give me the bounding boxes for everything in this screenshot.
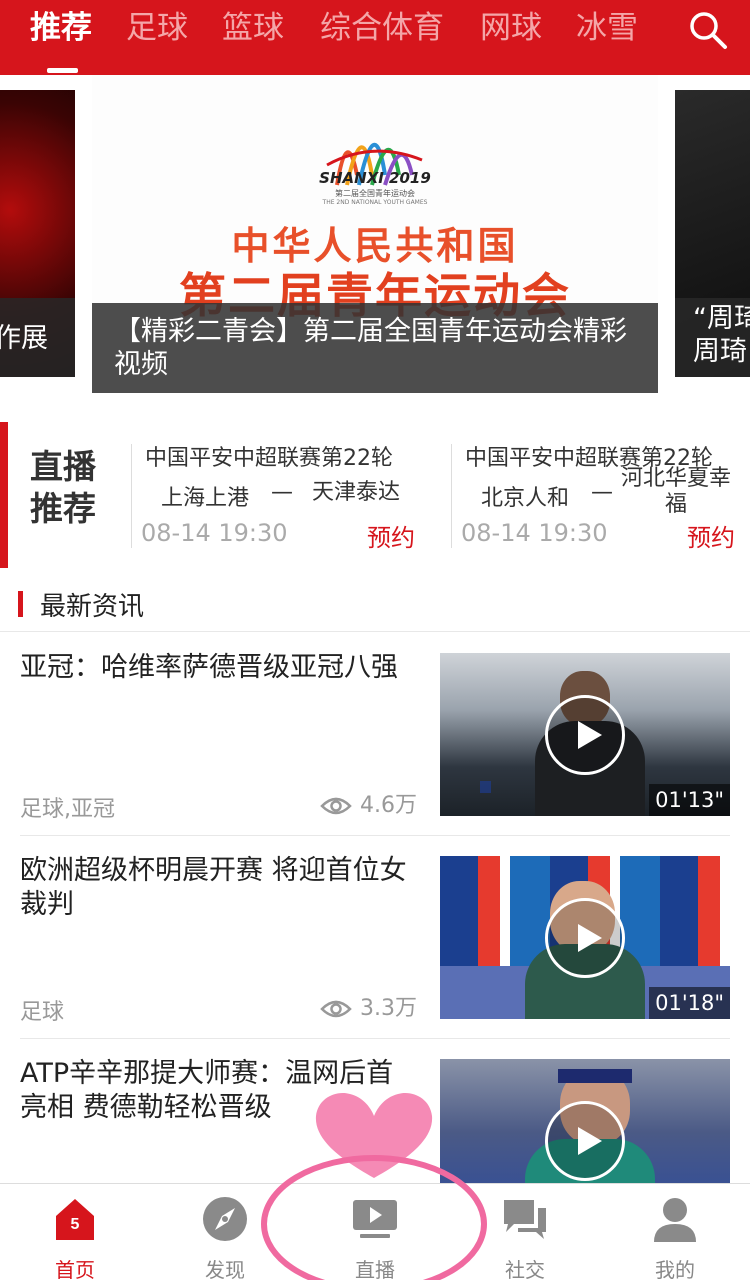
reserve-button[interactable]: 预约 <box>687 518 735 553</box>
tab-winter-sports[interactable]: 冰雪 <box>576 8 638 48</box>
play-icon[interactable] <box>545 898 625 978</box>
match-time: 08-14 19:30 <box>141 519 288 547</box>
logo-subtitle-en: THE 2ND NATIONAL YOUTH GAMES <box>322 199 428 206</box>
carousel-caption: 【精彩二青会】第二届全国青年运动会精彩视频 <box>114 316 627 380</box>
live-section-title: 直播推荐 <box>30 447 96 528</box>
search-icon[interactable] <box>688 10 728 50</box>
news-section-header: 最新资讯 <box>0 582 750 632</box>
video-thumbnail[interactable]: 01'13" <box>440 653 730 816</box>
reserve-button[interactable]: 预约 <box>367 518 415 553</box>
match-team-home: 上海上港 <box>161 486 250 511</box>
carousel-card-prev[interactable]: 作展 <box>0 90 75 377</box>
ring-doodle <box>261 1155 487 1280</box>
tab-football[interactable]: 足球 <box>126 8 188 48</box>
top-nav: 推荐 足球 篮球 综合体育 网球 冰雪 <box>0 0 750 75</box>
banner-carousel[interactable]: 作展 SHANXI 2019 第二届全国青年运动会 THE 2ND NATION… <box>0 75 750 405</box>
news-title: 亚冠：哈维率萨德晋级亚冠八强 <box>20 652 398 683</box>
match-team-home: 北京人和 <box>481 486 570 511</box>
play-icon[interactable] <box>545 695 625 775</box>
video-duration: 01'13" <box>649 784 730 816</box>
section-accent-bar <box>18 591 23 617</box>
eye-icon <box>320 797 352 815</box>
divider <box>451 444 452 548</box>
video-duration: 01'18" <box>649 987 730 1019</box>
tab-general-sports[interactable]: 综合体育 <box>320 8 444 48</box>
carousel-caption-overlay: “周琦 周琦 <box>675 298 750 377</box>
tab-tennis[interactable]: 网球 <box>480 8 542 48</box>
match-team-away: 河北华夏幸福 <box>621 466 732 517</box>
carousel-card-current[interactable]: SHANXI 2019 第二届全国青年运动会 THE 2ND NATIONAL … <box>92 75 658 393</box>
section-accent-bar <box>0 422 8 568</box>
video-caption-strip <box>480 781 491 793</box>
match-vs-dash: — <box>591 480 613 505</box>
news-view-count: 4.6万 <box>320 787 417 819</box>
live-match-card[interactable]: 中国平安中超联赛第22轮 上海上港 — 天津泰达 08-14 19:30 预约 <box>131 422 431 568</box>
match-team-away: 天津泰达 <box>311 480 400 505</box>
chat-icon <box>504 1200 546 1239</box>
active-tab-indicator <box>47 68 78 73</box>
news-section-title: 最新资讯 <box>40 592 145 622</box>
carousel-caption-overlay: 作展 <box>0 298 75 377</box>
tab-basketball[interactable]: 篮球 <box>222 8 284 48</box>
play-icon[interactable] <box>545 1101 625 1181</box>
tabbar-item-home[interactable]: 5 首页 <box>0 1184 150 1280</box>
video-thumbnail[interactable]: 01'18" <box>440 856 730 1019</box>
match-league: 中国平安中超联赛第22轮 <box>145 446 393 471</box>
news-tags: 足球,亚冠 <box>20 797 115 822</box>
tab-recommend[interactable]: 推荐 <box>30 8 92 48</box>
home-icon: 5 <box>56 1199 94 1240</box>
news-view-count: 3.3万 <box>320 990 417 1022</box>
tabbar-label: 我的 <box>655 1258 695 1280</box>
divider <box>131 444 132 548</box>
news-item[interactable]: 亚冠：哈维率萨德晋级亚冠八强 足球,亚冠 4.6万 01'13" <box>0 633 750 836</box>
live-recommend-section: 直播推荐 中国平安中超联赛第22轮 上海上港 — 天津泰达 08-14 19:3… <box>0 422 750 568</box>
tabbar-item-profile[interactable]: 我的 <box>600 1184 750 1280</box>
user-icon <box>654 1198 696 1242</box>
logo-wordmark: SHANXI 2019 <box>319 169 431 187</box>
live-match-card[interactable]: 中国平安中超联赛第22轮 北京人和 — 河北华夏幸福 08-14 19:30 预… <box>451 422 750 568</box>
carousel-caption-overlay: 【精彩二青会】第二届全国青年运动会精彩视频 <box>92 303 658 393</box>
logo-subtitle: 第二届全国青年运动会 <box>335 189 415 198</box>
carousel-card-next[interactable]: “周琦 周琦 <box>675 90 750 377</box>
carousel-caption: “周琦 周琦 <box>693 303 750 367</box>
compass-icon <box>203 1197 247 1241</box>
news-item[interactable]: 欧洲超级杯明晨开赛 将迎首位女裁判 足球 3.3万 01'18" <box>0 836 750 1039</box>
match-vs-dash: — <box>271 480 293 505</box>
carousel-caption: 作展 <box>0 323 48 354</box>
news-title: 欧洲超级杯明晨开赛 将迎首位女裁判 <box>20 855 407 920</box>
match-time: 08-14 19:30 <box>461 519 608 547</box>
svg-text:5: 5 <box>71 1216 80 1233</box>
news-tags: 足球 <box>20 1000 65 1025</box>
eye-icon <box>320 1000 352 1018</box>
tabbar-label: 首页 <box>55 1258 95 1280</box>
